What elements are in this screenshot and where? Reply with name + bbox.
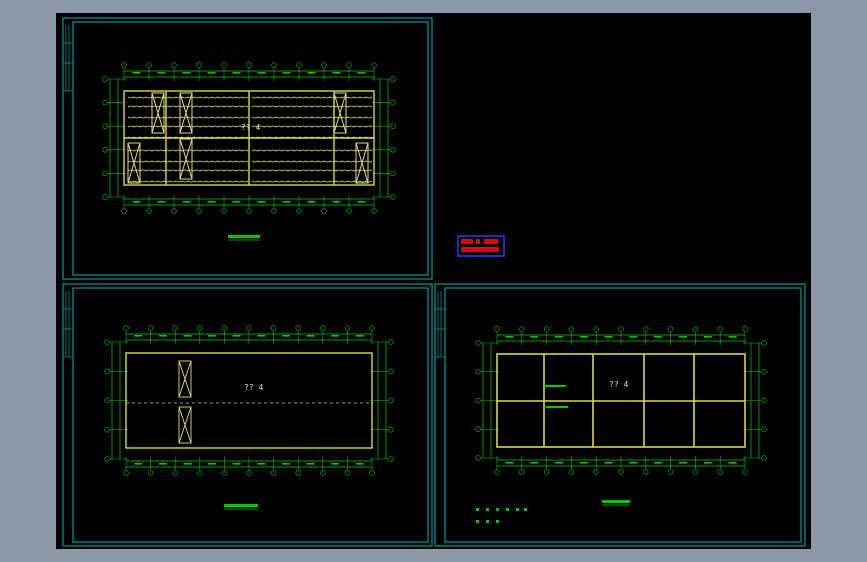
- pipe-runs: [127, 96, 373, 183]
- room-label: ?? 4: [241, 123, 260, 132]
- title-block-strip: [63, 25, 73, 92]
- room-label: ?? 4: [609, 380, 628, 389]
- title-block-strip: [435, 291, 445, 358]
- drawing-caption: [228, 235, 260, 241]
- sheet-bottom-right[interactable]: ?? 4: [434, 283, 806, 547]
- cad-model-space[interactable]: ?? 4 ?? 4 ?? 4: [56, 13, 811, 549]
- general-notes: [476, 508, 527, 523]
- approval-stamp[interactable]: [457, 235, 505, 257]
- building-walls: [496, 353, 746, 448]
- beam-tags: [544, 385, 568, 408]
- room-label: ?? 4: [244, 383, 263, 392]
- drawing-caption: [224, 504, 258, 510]
- stair-symbols: [178, 360, 192, 444]
- building-walls: [125, 352, 373, 449]
- drawing-caption: [602, 500, 630, 506]
- sheet-inner-frame: [444, 287, 802, 543]
- sheet-outer-frame: [434, 283, 806, 547]
- cad-drawing[interactable]: ?? 4 ?? 4 ?? 4: [56, 13, 811, 549]
- axis-grid: [104, 325, 394, 476]
- sheet-bottom-left[interactable]: ?? 4: [62, 283, 433, 547]
- title-block-strip: [63, 291, 73, 358]
- sheet-top-left[interactable]: ?? 4: [62, 17, 433, 280]
